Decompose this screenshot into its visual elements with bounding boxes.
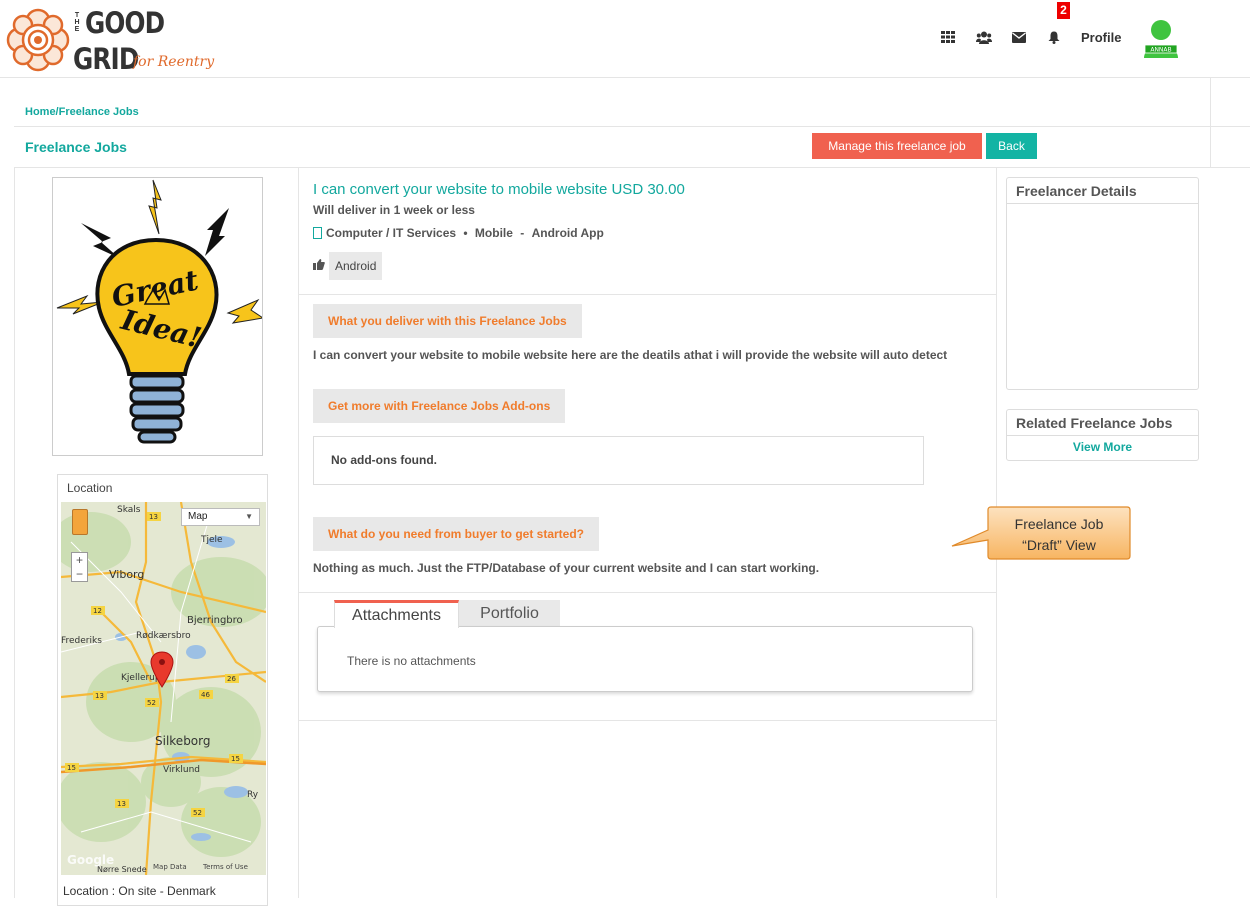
delivery-time: Will deliver in 1 week or less [313,203,475,217]
requirements-section-heading: What do you need from buyer to get start… [313,517,600,551]
building-icon [313,227,322,239]
category-line: Computer / IT Services • Mobile - Androi… [313,226,604,240]
page-title: Freelance Jobs [25,139,127,155]
freelancer-details-panel: Freelancer Details [1006,177,1199,390]
tab-attachments[interactable]: Attachments [334,600,459,628]
map-place-label: Ry [247,790,259,800]
type-label: Android App [531,226,604,240]
road-number: 13 [95,692,104,700]
road-number: 15 [231,755,240,763]
map-place-label: Rødkærsbro [136,631,191,641]
location-box: Location 13 12 26 46 52 15 15 13 52 13 S… [57,474,268,906]
location-title: Location [67,481,113,495]
lightbulb-illustration: Great Idea! [56,179,265,444]
zoom-control[interactable]: + − [71,552,88,582]
back-button[interactable]: Back [986,133,1037,159]
logo-good: GOOD [85,6,165,40]
divider [14,126,1250,127]
location-footer: Location : On site - Denmark [63,884,216,898]
logo-tagline: for Reentry [133,54,215,70]
callout-line-1: Freelance Job [1015,516,1104,532]
map-data-link: Map Data [153,863,187,871]
map-terms-link: Terms of Use [202,863,248,871]
skill-tag[interactable]: Android [329,252,383,280]
subcategory-label: Mobile [474,226,513,240]
separator: - [516,226,528,240]
breadcrumb[interactable]: Home/Freelance Jobs [25,106,139,118]
map-place-label: Bjerringbro [187,615,243,626]
map-canvas: 13 12 26 46 52 15 15 13 52 13 Skals Tjel… [61,502,266,875]
grid-apps-icon[interactable] [939,28,957,46]
map-type-value: Map [188,511,208,522]
road-number: 13 [117,800,126,808]
divider [14,168,15,898]
road-number: 15 [67,764,76,772]
envelope-icon[interactable] [1010,28,1028,46]
logo-grid: GRID [73,42,139,76]
deliver-section-heading: What you deliver with this Freelance Job… [313,304,582,338]
addons-section-heading: Get more with Freelance Jobs Add-ons [313,389,566,423]
top-header: THE GOOD GRID for Reentry 2 Profile ANNA… [0,0,1250,78]
draft-view-callout: Freelance Job “Draft” View [951,506,1131,560]
requirements-section-text: Nothing as much. Just the FTP/Database o… [313,561,820,575]
map-place-label: Viborg [109,568,144,581]
category-label: Computer / IT Services [326,226,457,240]
road-number: 52 [147,699,156,707]
related-jobs-panel: Related Freelance Jobs View More [1006,409,1199,461]
map-place-label: Virklund [163,765,200,775]
attachments-panel: There is no attachments [317,626,973,692]
job-image: Great Idea! [52,177,265,456]
job-title: I can convert your website to mobile web… [313,181,685,198]
divider [299,294,996,295]
divider [299,592,996,593]
view-more-link[interactable]: View More [1007,436,1198,458]
road-number: 52 [193,809,202,817]
separator: • [460,226,471,240]
profile-link[interactable]: Profile [1081,30,1121,45]
divider [299,720,996,721]
map-place-label: Silkeborg [155,734,211,748]
road-number: 46 [201,691,210,699]
thumbs-up-icon [313,259,325,273]
chevron-down-icon: ▼ [245,512,253,521]
manage-job-button[interactable]: Manage this freelance job [812,133,982,159]
bell-icon[interactable] [1045,28,1063,46]
divider [1210,78,1211,168]
attachments-empty-text: There is no attachments [347,654,476,668]
freelancer-details-heading: Freelancer Details [1007,178,1198,204]
road-number: 13 [149,513,158,521]
tag-row: Android [313,252,383,280]
tab-portfolio[interactable]: Portfolio [459,600,560,628]
map-place-label: Skals [117,505,141,515]
users-icon[interactable] [975,28,993,46]
map-place-label: Tjele [200,535,223,545]
map[interactable]: 13 12 26 46 52 15 15 13 52 13 Skals Tjel… [61,502,266,875]
map-brand: Google [67,853,114,867]
addons-box: No add-ons found. [313,436,924,485]
divider [14,167,1250,168]
map-type-select[interactable]: Map ▼ [181,508,260,526]
deliver-section-text: I can convert your website to mobile web… [313,348,948,362]
notification-badge[interactable]: 2 [1057,2,1070,19]
avatar[interactable]: ANNAB [1142,18,1180,58]
related-jobs-heading: Related Freelance Jobs [1007,410,1198,436]
street-view-pegman-icon[interactable] [72,509,88,535]
road-number: 26 [227,675,236,683]
callout-line-2: “Draft” View [1022,537,1097,553]
map-place-label: Frederiks [61,636,102,646]
logo-flower-icon [6,8,70,72]
avatar-label: ANNAB [1150,47,1171,54]
divider [298,168,299,898]
logo-the: THE [74,12,80,33]
road-number: 12 [93,607,102,615]
